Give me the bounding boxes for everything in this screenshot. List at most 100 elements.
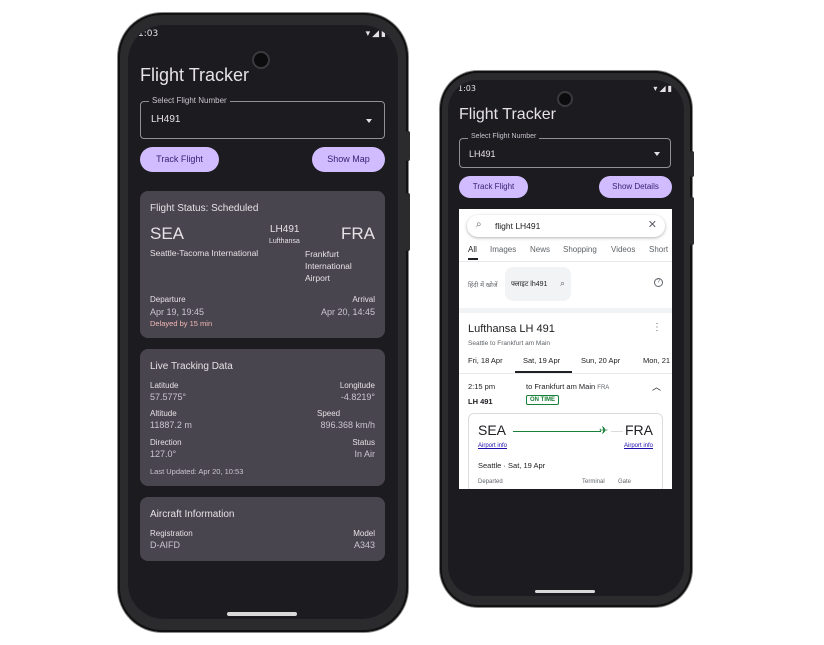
show-map-button[interactable]: Show Map <box>312 147 385 172</box>
tab-news[interactable]: News <box>530 245 550 254</box>
destination-code-small: FRA <box>597 385 610 391</box>
hindi-chip[interactable]: फ्लाइट lh491 ⌕ <box>505 267 571 301</box>
airplane-icon: ✈ <box>599 425 609 437</box>
live-tracking-card: Live Tracking Data Latitude 57.5775° Lon… <box>140 349 385 486</box>
arrival-label: Arrival <box>352 295 375 304</box>
destination-name-line: Frankfurt <box>305 249 340 259</box>
select-value: LH491 <box>469 149 496 159</box>
tab-all[interactable]: All <box>468 245 477 254</box>
longitude-label: Longitude <box>339 381 375 390</box>
tab-divider <box>459 261 672 262</box>
status-value: In Air <box>354 449 375 459</box>
status-time: 1:03 <box>138 29 159 39</box>
search-icon: ⌕ <box>559 278 565 288</box>
delay-text: Delayed by 15 min <box>150 319 213 328</box>
depart-line: Seattle · Sat, 19 Apr <box>478 461 546 470</box>
left-phone: 1:03 ▾◢▮ Flight Tracker Select Flight Nu… <box>118 13 410 632</box>
collapse-chevron-icon[interactable]: ︿ <box>652 380 661 393</box>
tab-shorts[interactable]: Short <box>649 245 668 254</box>
aircraft-info-card: Aircraft Information Registration D-AIFD… <box>140 497 385 561</box>
date-divider <box>459 373 672 374</box>
destination-code: FRA <box>341 224 375 243</box>
power-button <box>406 131 410 161</box>
stage: 1:03 ▾◢▮ Flight Tracker Select Flight Nu… <box>0 0 824 645</box>
right-phone: 1:03 ▾◢▮ Flight Tracker Select Flight Nu… <box>440 71 694 607</box>
home-indicator[interactable] <box>227 612 297 616</box>
destination-text: to Frankfurt am Main <box>526 382 596 391</box>
search-query: flight LH491 <box>495 221 541 231</box>
track-flight-button[interactable]: Track Flight <box>459 176 528 198</box>
volume-button <box>406 193 410 251</box>
flight-route-card: SEA ✈ FRA Airport info Airport info Seat… <box>468 413 663 489</box>
col-departed: Departed <box>478 479 503 485</box>
tracking-title: Live Tracking Data <box>150 361 233 372</box>
power-button <box>690 151 694 177</box>
select-value: LH491 <box>151 114 181 125</box>
registration-label: Registration <box>150 529 193 538</box>
destination-name: Frankfurt International Airport <box>305 248 352 284</box>
destination-name-line: International <box>305 261 352 271</box>
route-line-remaining <box>611 431 623 432</box>
more-options-icon[interactable]: ⋮ <box>652 322 662 333</box>
help-icon[interactable]: ? <box>654 278 663 287</box>
volume-button <box>690 197 694 245</box>
tab-videos[interactable]: Videos <box>611 245 635 254</box>
altitude-label: Altitude <box>150 409 177 418</box>
origin-airport-info-link[interactable]: Airport info <box>478 443 507 449</box>
date-tab-selected[interactable]: Sat, 19 Apr <box>523 356 560 365</box>
signal-battery-icon: ▾◢▮ <box>365 29 388 39</box>
search-icon: ⌕ <box>476 219 482 230</box>
col-terminal: Terminal <box>582 479 605 485</box>
route-destination-code: FRA <box>625 422 653 438</box>
flight-number-select[interactable]: Select Flight Number LH491 <box>140 96 385 139</box>
arrival-value: Apr 20, 14:45 <box>320 307 375 317</box>
flight-number: LH491 <box>270 224 300 235</box>
on-time-badge: ON TIME <box>526 395 559 405</box>
select-label: Select Flight Number <box>468 133 540 140</box>
departure-time: 2:15 pm <box>468 382 496 391</box>
departure-value: Apr 19, 19:45 <box>150 307 205 317</box>
tab-images[interactable]: Images <box>490 245 516 254</box>
camera-icon <box>252 51 270 69</box>
registration-value: D-AIFD <box>150 540 180 550</box>
status-bar: 1:03 ▾◢▮ <box>128 25 398 43</box>
destination-airport-info-link[interactable]: Airport info <box>624 443 653 449</box>
flight-number-select[interactable]: Select Flight Number LH491 <box>459 133 671 168</box>
date-tab[interactable]: Mon, 21 <box>643 356 670 365</box>
hindi-search-label: हिंदी में खोजें <box>468 282 498 289</box>
route-origin-code: SEA <box>478 422 507 438</box>
speed-value: 896.368 km/h <box>320 420 375 430</box>
speed-label: Speed <box>317 409 341 418</box>
flight-status-title: Flight Status: Scheduled <box>150 203 259 214</box>
origin-code: SEA <box>150 224 185 243</box>
select-label: Select Flight Number <box>149 96 230 105</box>
track-flight-button[interactable]: Track Flight <box>140 147 219 172</box>
airline-name: Lufthansa <box>269 238 300 245</box>
route-line <box>513 431 601 432</box>
camera-icon <box>557 91 573 107</box>
google-search-bar[interactable]: ⌕ flight LH491 ✕ <box>467 215 665 237</box>
date-tab[interactable]: Sun, 20 Apr <box>581 356 620 365</box>
aircraft-title: Aircraft Information <box>150 509 235 520</box>
tab-shopping[interactable]: Shopping <box>563 245 597 254</box>
section-divider <box>459 308 672 313</box>
model-label: Model <box>353 529 375 538</box>
show-details-button[interactable]: Show Details <box>599 176 672 198</box>
flight-code: LH 491 <box>468 397 493 406</box>
altitude-value: 11887.2 m <box>150 420 192 430</box>
departure-label: Departure <box>150 295 186 304</box>
right-screen: 1:03 ▾◢▮ Flight Tracker Select Flight Nu… <box>448 80 684 596</box>
dropdown-caret-icon <box>654 152 660 156</box>
status-label: Status <box>352 438 375 447</box>
direction-value: 127.0° <box>150 449 177 459</box>
longitude-value: -4.8219° <box>340 392 375 402</box>
direction-label: Direction <box>150 438 182 447</box>
clear-icon[interactable]: ✕ <box>648 218 657 231</box>
dropdown-caret-icon <box>366 119 372 123</box>
result-title: Lufthansa LH 491 <box>468 323 555 335</box>
result-subtitle: Seattle to Frankfurt am Main <box>468 340 551 347</box>
status-time: 1:03 <box>458 84 476 93</box>
date-tab[interactable]: Fri, 18 Apr <box>468 356 503 365</box>
google-results-panel: ⌕ flight LH491 ✕ All Images News Shoppin… <box>459 209 672 489</box>
home-indicator[interactable] <box>535 590 595 593</box>
